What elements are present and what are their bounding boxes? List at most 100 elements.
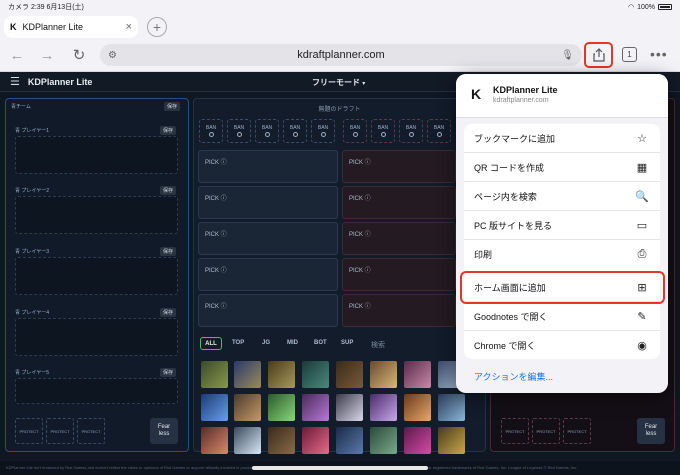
fearless-toggle[interactable]: Fear less — [637, 418, 665, 444]
reload-button[interactable]: ↻ — [68, 44, 90, 66]
champion-portrait[interactable] — [336, 427, 363, 454]
champion-search-input[interactable]: 検索 — [371, 340, 385, 350]
champion-portrait[interactable] — [201, 361, 228, 388]
champion-portrait[interactable] — [336, 394, 363, 421]
chrome-icon: ◉ — [637, 340, 647, 352]
pick-slot-red[interactable]: PICK ⓘ — [342, 186, 456, 219]
ban-icon — [264, 132, 270, 137]
champion-portrait[interactable] — [201, 394, 228, 421]
champion-portrait[interactable] — [234, 427, 261, 454]
player-save-button[interactable]: 保存 — [160, 308, 177, 317]
champion-portrait[interactable] — [438, 427, 465, 454]
champion-portrait[interactable] — [370, 361, 397, 388]
blue-team-save-button[interactable]: 保存 — [164, 102, 181, 111]
ban-slot[interactable]: BAN — [427, 119, 451, 143]
champion-portrait[interactable] — [336, 361, 363, 388]
champion-portrait[interactable] — [302, 427, 329, 454]
mode-selector[interactable]: フリーモード ▾ — [312, 77, 365, 88]
pick-slot-blue[interactable]: PICK ⓘ — [198, 294, 338, 327]
tab-switcher-button[interactable]: 1 — [622, 47, 637, 62]
protect-slot[interactable]: PROTECT — [563, 418, 591, 444]
protect-slot[interactable]: PROTECT — [15, 418, 43, 444]
url-text: kdraftplanner.com — [297, 49, 385, 61]
home-indicator[interactable] — [252, 466, 428, 470]
ban-slot[interactable]: BAN — [343, 119, 367, 143]
desktop-icon: ▭ — [636, 219, 648, 232]
microphone-icon[interactable]: 🎙 — [561, 50, 574, 61]
share-button[interactable] — [584, 42, 613, 68]
protect-slot[interactable]: PROTECT — [501, 418, 529, 444]
champion-portrait[interactable] — [438, 394, 465, 421]
player-slot[interactable] — [15, 378, 178, 404]
close-tab-icon[interactable]: × — [126, 21, 132, 33]
url-field[interactable]: ⚙ kdraftplanner.com 🎙 — [100, 44, 582, 66]
filter-bot[interactable]: BOT — [314, 340, 327, 346]
filter-all[interactable]: ALL — [200, 337, 222, 350]
champion-portrait[interactable] — [370, 394, 397, 421]
pick-slot-blue[interactable]: PICK ⓘ — [198, 258, 338, 291]
find-icon: 🔍 — [635, 190, 649, 203]
ban-slot[interactable]: BAN — [371, 119, 395, 143]
find-in-page-item[interactable]: ページ内を検索 🔍 — [464, 182, 660, 211]
protect-slot[interactable]: PROTECT — [77, 418, 105, 444]
forward-button[interactable]: → — [36, 44, 58, 66]
ban-slot[interactable]: BAN — [311, 119, 335, 143]
pick-slot-red[interactable]: PICK ⓘ — [342, 294, 456, 327]
champion-portrait[interactable] — [234, 394, 261, 421]
pick-slot-red[interactable]: PICK ⓘ — [342, 258, 456, 291]
player-slot[interactable] — [15, 318, 178, 356]
champion-portrait[interactable] — [404, 427, 431, 454]
ban-slot[interactable]: BAN — [283, 119, 307, 143]
player-save-button[interactable]: 保存 — [160, 186, 177, 195]
status-left: カメラ 2:39 6月13日(土) — [8, 4, 84, 11]
pick-slot-blue[interactable]: PICK ⓘ — [198, 186, 338, 219]
filter-jg[interactable]: JG — [262, 340, 270, 346]
player-slot[interactable] — [15, 257, 178, 295]
protect-slot[interactable]: PROTECT — [46, 418, 74, 444]
player-slot[interactable] — [15, 136, 178, 174]
pick-slot-blue[interactable]: PICK ⓘ — [198, 150, 338, 183]
filter-mid[interactable]: MID — [287, 340, 298, 346]
pick-slot-red[interactable]: PICK ⓘ — [342, 222, 456, 255]
champion-portrait[interactable] — [268, 427, 295, 454]
ban-slot[interactable]: BAN — [227, 119, 251, 143]
browser-tab[interactable]: K KDPlanner Lite × — [4, 16, 138, 38]
champion-portrait[interactable] — [268, 394, 295, 421]
back-button[interactable]: ← — [6, 44, 28, 66]
champion-portrait[interactable] — [234, 361, 261, 388]
player-label: 青 プレイヤー1 — [15, 128, 50, 134]
champion-portrait[interactable] — [404, 361, 431, 388]
filter-sup[interactable]: SUP — [341, 340, 353, 346]
player-slot[interactable] — [15, 196, 178, 234]
hamburger-menu-icon[interactable]: ☰ — [10, 75, 20, 88]
ban-slot[interactable]: BAN — [199, 119, 223, 143]
fearless-toggle[interactable]: Fear less — [150, 418, 178, 444]
create-qr-item[interactable]: QR コードを作成 ▦ — [464, 153, 660, 182]
champion-portrait[interactable] — [404, 394, 431, 421]
open-in-chrome-item[interactable]: Chrome で開く ◉ — [464, 331, 660, 360]
player-save-button[interactable]: 保存 — [160, 368, 177, 377]
edit-actions-link[interactable]: アクションを編集... — [474, 370, 553, 383]
champion-portrait[interactable] — [370, 427, 397, 454]
ban-slot[interactable]: BAN — [255, 119, 279, 143]
share-icon — [592, 48, 605, 62]
more-options-icon[interactable]: ••• — [650, 46, 668, 62]
new-tab-button[interactable]: + — [147, 17, 167, 37]
filter-top[interactable]: TOP — [232, 340, 244, 346]
champion-portrait[interactable] — [201, 427, 228, 454]
protect-slot[interactable]: PROTECT — [532, 418, 560, 444]
ban-slot[interactable]: BAN — [399, 119, 423, 143]
status-bar: カメラ 2:39 6月13日(土) ◠ 100% — [0, 0, 680, 14]
player-save-button[interactable]: 保存 — [160, 247, 177, 256]
open-in-goodnotes-item[interactable]: Goodnotes で開く ✎ — [464, 302, 660, 331]
site-settings-icon[interactable]: ⚙ — [108, 50, 117, 61]
player-save-button[interactable]: 保存 — [160, 126, 177, 135]
pick-slot-red[interactable]: PICK ⓘ — [342, 150, 456, 183]
add-bookmark-item[interactable]: ブックマークに追加 ☆ — [464, 124, 660, 153]
desktop-site-item[interactable]: PC 版サイトを見る ▭ — [464, 211, 660, 240]
champion-portrait[interactable] — [268, 361, 295, 388]
pick-slot-blue[interactable]: PICK ⓘ — [198, 222, 338, 255]
champion-portrait[interactable] — [302, 361, 329, 388]
print-item[interactable]: 印刷 ⎙ — [464, 240, 660, 269]
champion-portrait[interactable] — [302, 394, 329, 421]
